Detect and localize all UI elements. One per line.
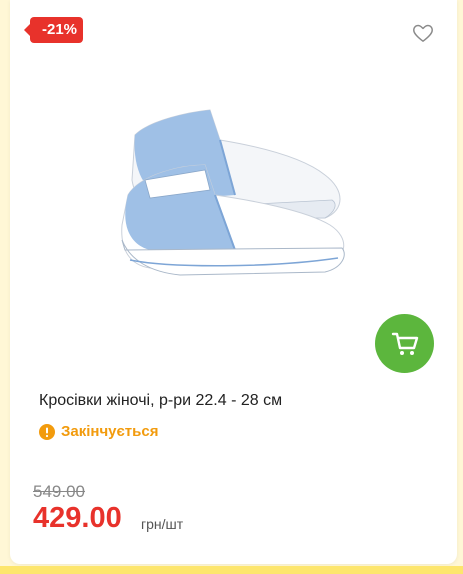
bottom-strip: [0, 566, 463, 574]
stock-status: Закінчується: [39, 423, 158, 440]
product-image[interactable]: [110, 100, 360, 295]
add-to-cart-button[interactable]: [375, 314, 434, 373]
price-unit: грн/шт: [141, 516, 184, 532]
old-price: 549.00: [33, 482, 85, 501]
current-price: 429.00: [33, 502, 122, 534]
heart-icon[interactable]: [412, 23, 434, 43]
status-label: Закінчується: [61, 423, 159, 440]
cart-icon: [391, 332, 418, 355]
alert-circle-icon: [39, 423, 55, 440]
product-title[interactable]: Кросівки жіночі, р-ри 22.4 - 28 см: [39, 392, 282, 410]
discount-badge: -21%: [23, 17, 84, 43]
